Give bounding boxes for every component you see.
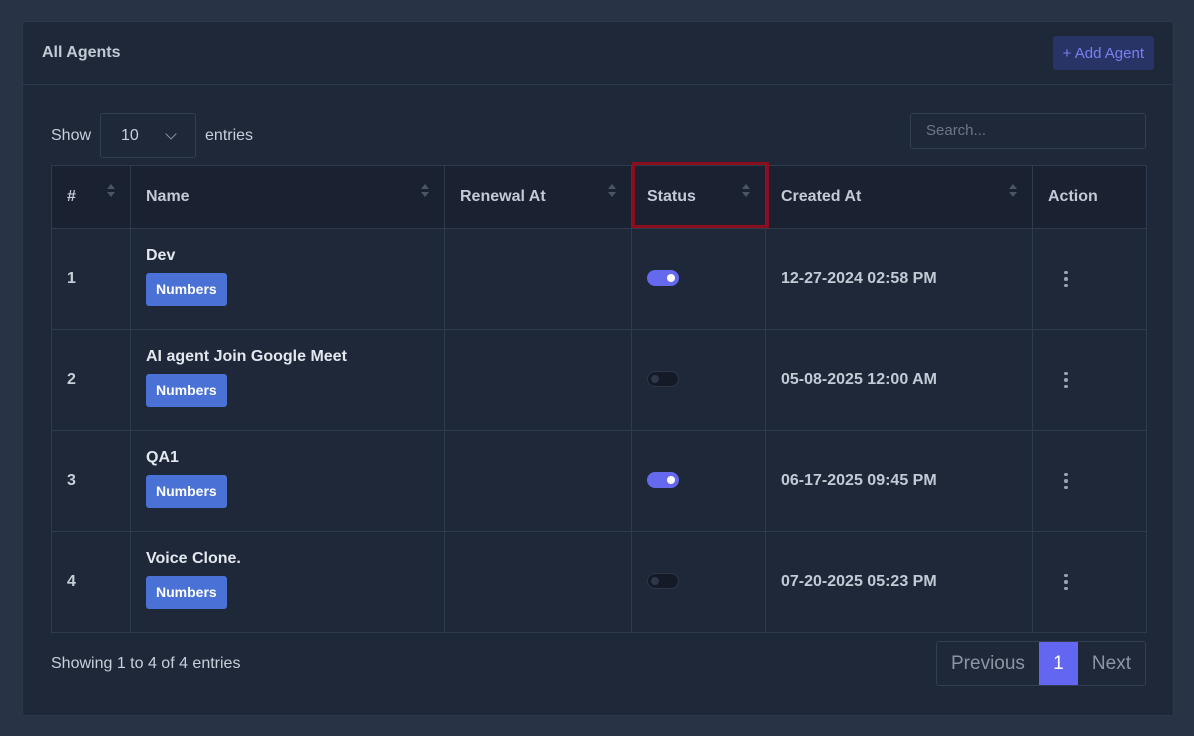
sort-icon [1009, 184, 1017, 200]
status-cell [631, 531, 766, 633]
renewal-at-cell [444, 430, 632, 532]
action-cell [1032, 228, 1147, 330]
table-row: 1 Dev Numbers 12-27-2024 02:58 PM [51, 228, 1147, 330]
status-cell [631, 228, 766, 330]
column-header-status[interactable]: Status [631, 165, 766, 229]
more-vertical-icon[interactable] [1064, 472, 1068, 490]
sort-icon [742, 184, 750, 200]
created-at-cell: 12-27-2024 02:58 PM [765, 228, 1033, 330]
table-header-row: # Name Renewal At Status Created At Acti… [51, 165, 1147, 229]
agent-name-cell: Dev Numbers [130, 228, 445, 330]
status-toggle[interactable] [647, 371, 679, 387]
status-toggle[interactable] [647, 472, 679, 488]
search-input[interactable] [910, 112, 1146, 149]
pagination: Previous 1 Next [936, 641, 1146, 686]
more-vertical-icon[interactable] [1064, 270, 1068, 288]
table-row: 2 AI agent Join Google Meet Numbers 05-0… [51, 329, 1147, 431]
agent-name[interactable]: AI agent Join Google Meet [146, 348, 429, 366]
status-toggle[interactable] [647, 270, 679, 286]
add-agent-button[interactable]: + Add Agent [1052, 36, 1154, 70]
entries-label: entries [205, 126, 254, 144]
created-at-cell: 05-08-2025 12:00 AM [765, 329, 1033, 431]
column-header-created-at[interactable]: Created At [765, 165, 1033, 229]
previous-page-button[interactable]: Previous [937, 642, 1039, 685]
row-index: 3 [51, 430, 131, 532]
renewal-at-cell [444, 531, 632, 633]
status-cell [631, 329, 766, 431]
agents-table: # Name Renewal At Status Created At Acti… [51, 165, 1147, 633]
column-header-name[interactable]: Name [130, 165, 445, 229]
page-1-button[interactable]: 1 [1038, 642, 1078, 685]
action-cell [1032, 430, 1147, 532]
entries-value: 10 [121, 126, 139, 144]
column-header-index[interactable]: # [51, 165, 131, 229]
more-vertical-icon[interactable] [1064, 573, 1068, 591]
status-toggle[interactable] [647, 573, 679, 589]
action-cell [1032, 531, 1147, 633]
status-cell [631, 430, 766, 532]
created-at-cell: 06-17-2025 09:45 PM [765, 430, 1033, 532]
renewal-at-cell [444, 228, 632, 330]
renewal-at-cell [444, 329, 632, 431]
card-header: All Agents + Add Agent [23, 22, 1173, 85]
table-info: Showing 1 to 4 of 4 entries [51, 655, 241, 672]
agent-name[interactable]: QA1 [146, 449, 429, 467]
card-title: All Agents [42, 44, 121, 61]
action-cell [1032, 329, 1147, 431]
row-index: 1 [51, 228, 131, 330]
column-header-action: Action [1032, 165, 1147, 229]
table-controls: Show 10 entries [51, 112, 1146, 158]
numbers-badge[interactable]: Numbers [146, 273, 227, 306]
more-vertical-icon[interactable] [1064, 371, 1068, 389]
chevron-down-icon [165, 127, 177, 140]
row-index: 2 [51, 329, 131, 431]
entries-select[interactable]: 10 [100, 113, 197, 158]
created-at-cell: 07-20-2025 05:23 PM [765, 531, 1033, 633]
row-index: 4 [51, 531, 131, 633]
next-page-button[interactable]: Next [1078, 642, 1145, 685]
numbers-badge[interactable]: Numbers [146, 374, 227, 407]
numbers-badge[interactable]: Numbers [146, 475, 227, 508]
show-label: Show [51, 126, 92, 144]
table-row: 4 Voice Clone. Numbers 07-20-2025 05:23 … [51, 531, 1147, 633]
entries-length: Show 10 entries [51, 113, 253, 158]
numbers-badge[interactable]: Numbers [146, 576, 227, 609]
column-header-renewal-at[interactable]: Renewal At [444, 165, 632, 229]
sort-icon [107, 184, 115, 200]
agent-name-cell: QA1 Numbers [130, 430, 445, 532]
agent-name[interactable]: Voice Clone. [146, 550, 429, 568]
agent-name-cell: Voice Clone. Numbers [130, 531, 445, 633]
table-row: 3 QA1 Numbers 06-17-2025 09:45 PM [51, 430, 1147, 532]
agent-name[interactable]: Dev [146, 247, 429, 265]
sort-icon [421, 184, 429, 200]
agent-name-cell: AI agent Join Google Meet Numbers [130, 329, 445, 431]
sort-icon [608, 184, 616, 200]
